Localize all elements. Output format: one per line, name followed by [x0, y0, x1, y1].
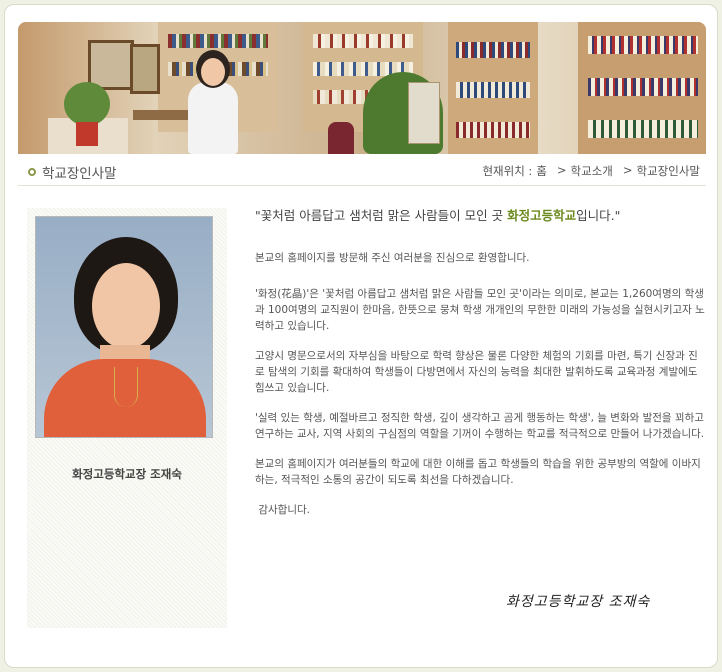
- greeting-paragraph: 본교의 홈페이지를 방문해 주신 여러분을 진심으로 환영합니다.: [255, 252, 530, 264]
- principal-profile-panel: 화정고등학교장 조재숙: [27, 208, 227, 628]
- principal-signature: 화정고등학교장 조재숙: [506, 594, 651, 610]
- bullet-circle-icon: [28, 168, 36, 176]
- principal-photo: [35, 216, 213, 438]
- greeting-paragraph: '화정(花晶)'은 '꽃처럼 아름답고 샘처럼 맑은 사람들 모인 곳'이라는 …: [255, 288, 705, 332]
- greeting-closing: 감사합니다.: [255, 504, 310, 516]
- breadcrumb-separator-icon: >: [622, 163, 633, 177]
- headline-suffix: 입니다.": [576, 208, 621, 223]
- greeting-paragraph: '실력 있는 학생, 예절바르고 정직한 학생, 깊이 생각하고 곰게 행동하는…: [255, 412, 705, 440]
- breadcrumb: 현재위치 : 홈 > 학교소개 > 학교장인사말: [482, 163, 700, 179]
- header-banner-image: [18, 22, 706, 154]
- page-title: 학교장인사말: [28, 162, 117, 182]
- greeting-content: "꽃처럼 아름답고 샘처럼 맑은 사람들이 모인 곳 화정고등학교입니다." 본…: [255, 208, 707, 532]
- principal-caption: 화정고등학교장 조재숙: [72, 467, 182, 481]
- headline-prefix: "꽃처럼 아름답고 샘처럼 맑은 사람들이 모인 곳: [255, 208, 508, 223]
- breadcrumb-home[interactable]: 홈: [536, 163, 547, 179]
- page-header: 학교장인사말 현재위치 : 홈 > 학교소개 > 학교장인사말: [18, 155, 706, 186]
- headline-school-name: 화정고등학교: [507, 208, 577, 223]
- breadcrumb-separator-icon: >: [556, 163, 567, 177]
- greeting-paragraph: 고양시 명문으로서의 자부심을 바탕으로 학력 향상은 물론 다양한 체험의 기…: [255, 350, 698, 394]
- breadcrumb-current: 학교장인사말: [636, 164, 700, 178]
- page-title-text: 학교장인사말: [42, 166, 117, 182]
- breadcrumb-location-label: 현재위치 :: [482, 164, 533, 178]
- greeting-headline: "꽃처럼 아름답고 샘처럼 맑은 사람들이 모인 곳 화정고등학교입니다.": [255, 208, 707, 224]
- greeting-paragraph: 본교의 홈페이지가 여러분들의 학교에 대한 이해를 돕고 학생들의 학습을 위…: [255, 458, 701, 486]
- breadcrumb-about[interactable]: 학교소개: [571, 163, 613, 179]
